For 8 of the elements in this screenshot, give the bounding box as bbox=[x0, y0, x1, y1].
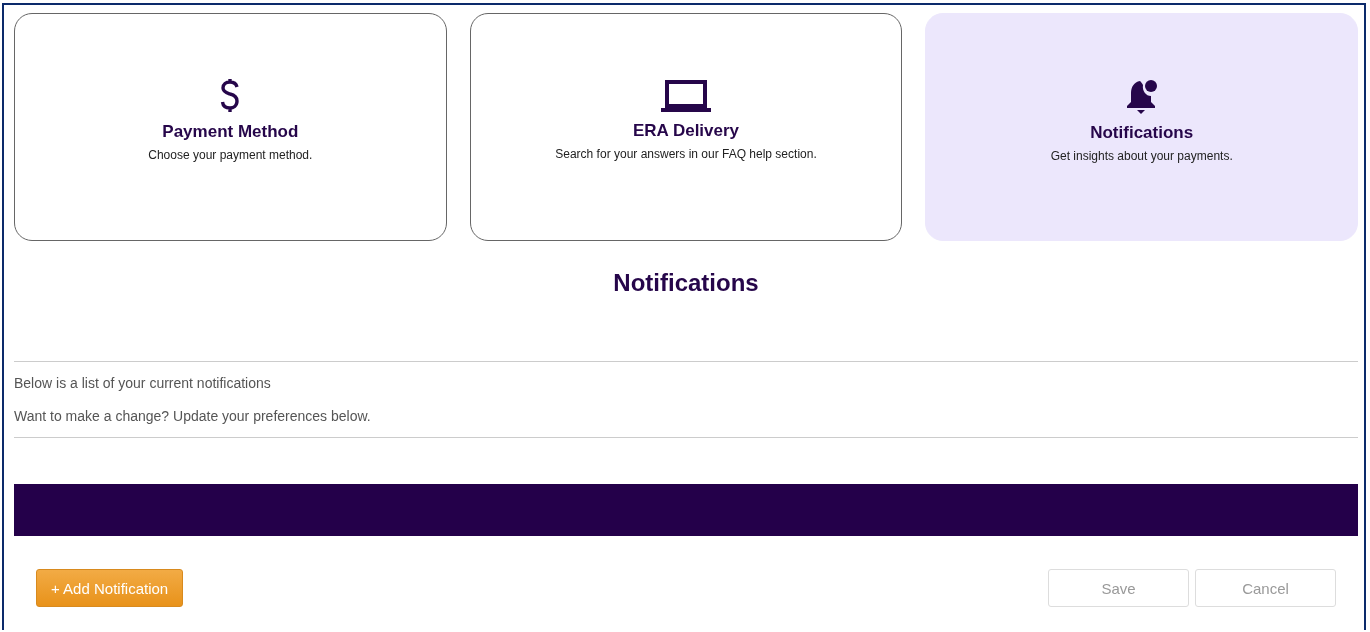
intro-text: Want to make a change? Update your preferences below. bbox=[14, 407, 371, 425]
intro-text: Below is a list of your current notifications bbox=[14, 374, 271, 392]
dollar-icon bbox=[219, 78, 242, 114]
laptop-icon bbox=[660, 79, 712, 113]
option-card[interactable]: ERA Delivery Search for your answers in our FAQ help section. bbox=[469, 13, 903, 241]
option-card[interactable]: Notifications Get insights about your payments. bbox=[925, 13, 1358, 241]
section-heading: Notifications bbox=[613, 269, 759, 297]
option-card[interactable]: Payment Method Choose your payment method. bbox=[14, 13, 447, 241]
